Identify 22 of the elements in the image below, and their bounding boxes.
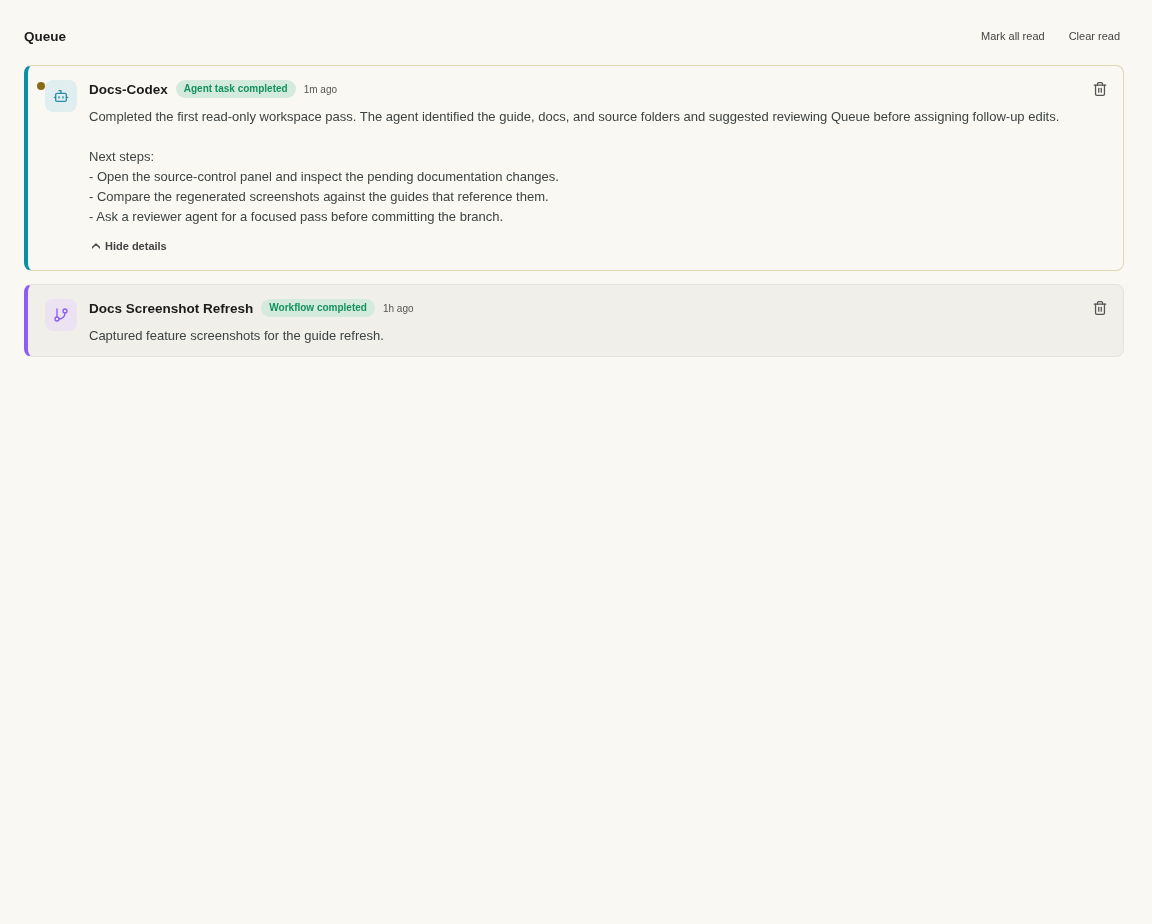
robot-icon [45,80,77,112]
notification-title: Docs Screenshot Refresh [89,300,254,316]
notification-title: Docs-Codex [89,81,168,97]
notification-summary: Completed the first read-only workspace pass. The agent identified the guide, docs, and source folders and suggested reviewing Queue before assigning follow-up edits. [89,108,1061,126]
notification-summary: Captured feature screenshots for the guide refresh. [89,327,385,345]
text-button[interactable]: Mark all read [977,28,1049,44]
details-list-item: - Ask a reviewer agent for a focused pass before committing the branch. [89,208,505,226]
details-toggle-button[interactable]: Hide details [88,237,171,255]
text-button[interactable]: Clear read [1064,28,1124,44]
trash-icon [1093,301,1107,315]
status-badge: Workflow completed [261,299,375,317]
unread-dot-icon [37,82,45,90]
branch-icon [45,299,77,331]
trash-icon [1093,82,1107,96]
chevron-up-icon [92,242,100,250]
timestamp: 1h ago [382,302,414,314]
details-list-item: - Compare the regenerated screenshots against the guides that reference them. [89,188,550,206]
timestamp: 1m ago [303,83,338,95]
status-badge: Agent task completed [175,80,296,98]
details-list-item: - Open the source-control panel and inspect the pending documentation changes. [89,168,560,186]
details-heading: Next steps: [89,148,156,166]
page-title: Queue [24,28,66,44]
